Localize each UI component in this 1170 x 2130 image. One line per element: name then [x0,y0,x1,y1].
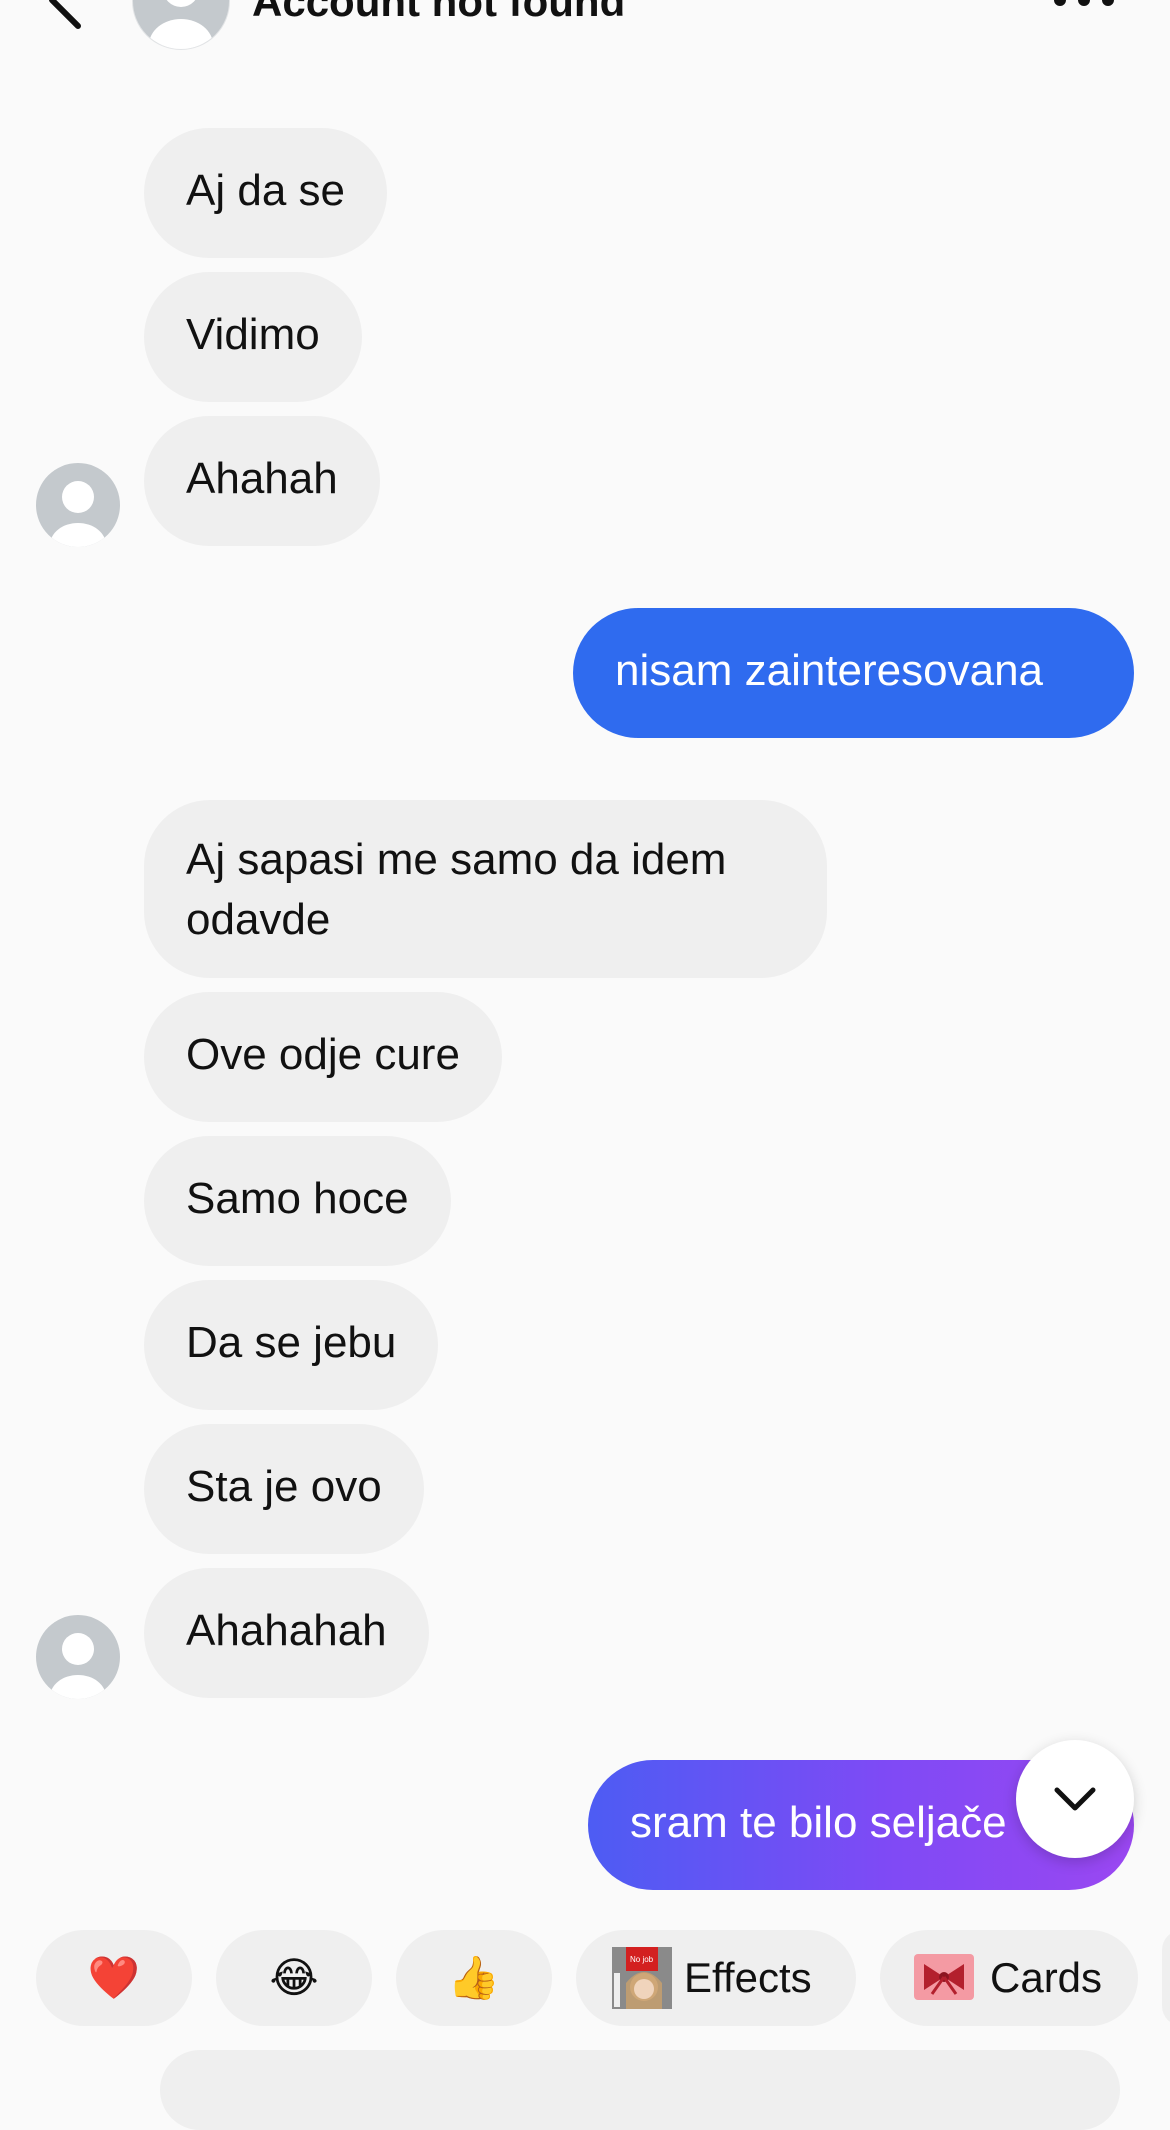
incoming-message[interactable]: Samo hoce [144,1136,451,1266]
incoming-message[interactable]: Da se jebu [144,1280,439,1410]
chevron-down-icon [1054,1787,1096,1811]
laughing-face-icon: 😂 [269,1954,319,2001]
chat-header: Account not found [0,0,1170,50]
contact-avatar[interactable] [132,0,230,50]
effects-thumbnail-icon: No job [612,1947,672,2009]
more-options-icon[interactable] [1052,0,1116,14]
incoming-message[interactable]: Ove odje cure [144,992,502,1122]
sender-avatar[interactable] [36,1615,120,1699]
incoming-message[interactable]: Vidimo [144,272,362,402]
effects-label: Effects [684,1954,812,2001]
incoming-message[interactable]: Aj sapasi me samo da idem odavde [144,800,827,978]
sender-avatar[interactable] [36,463,120,547]
cards-button[interactable]: Cards [880,1930,1138,2026]
laugh-reaction-button[interactable]: 😂 [216,1930,372,2026]
contact-name[interactable]: Account not found [252,0,625,26]
svg-text:No job: No job [630,1955,654,1964]
more-tools-chip[interactable] [1162,1930,1170,2026]
scroll-to-bottom-button[interactable] [1016,1740,1134,1858]
message-composer[interactable] [160,2050,1120,2130]
back-arrow-icon[interactable] [38,0,98,30]
incoming-message[interactable]: Aj da se [144,128,387,258]
outgoing-message[interactable]: nisam zainteresovana [573,608,1134,738]
heart-reaction-button[interactable]: ❤️ [36,1930,192,2026]
incoming-message[interactable]: Sta je ovo [144,1424,424,1554]
heart-icon: ❤️ [87,1954,141,2001]
thumbs-up-icon: 👍 [447,1954,501,2001]
effects-button[interactable]: No job Effects [576,1930,856,2026]
thumbs-up-reaction-button[interactable]: 👍 [396,1930,552,2026]
gift-card-icon [914,1954,974,2000]
incoming-message[interactable]: Ahahahah [144,1568,429,1698]
cards-label: Cards [990,1954,1103,2001]
incoming-message[interactable]: Ahahah [144,416,380,546]
